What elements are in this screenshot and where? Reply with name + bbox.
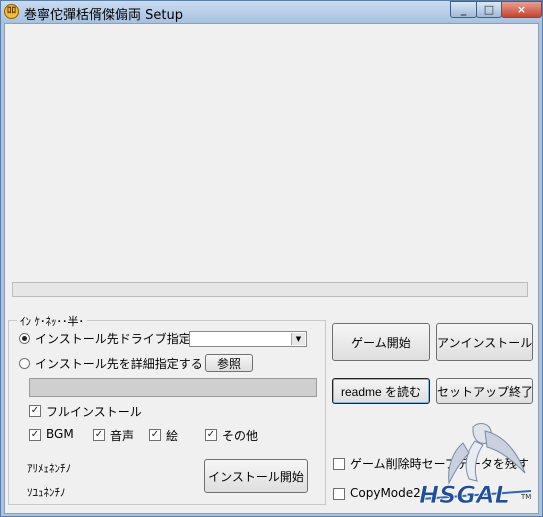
mascot-hair: [484, 430, 526, 474]
other-label[interactable]: その他: [222, 427, 258, 444]
minimize-button[interactable]: _: [450, 1, 477, 18]
readme-button[interactable]: readme を読む: [332, 378, 430, 404]
setup-window: ﾛﾛ 巻寧佗彈栝偦傑傓両 Setup _ □ × ｲﾝ ｹ･ﾈｯ･･半･ インス…: [0, 0, 543, 517]
graphics-label[interactable]: 絵: [166, 427, 178, 444]
bgm-label[interactable]: BGM: [46, 427, 74, 441]
window-title: 巻寧佗彈栝偦傑傓両 Setup: [24, 8, 183, 23]
free-space-label: ｿﾕｭﾈﾝﾁﾉ: [27, 486, 66, 499]
mascot-body: [465, 440, 484, 482]
install-progress-bar: [12, 282, 528, 297]
hsgal-logo: HSGAL TM: [419, 423, 531, 509]
full-install-label[interactable]: フルインストール: [46, 403, 142, 420]
copymode2-checkbox[interactable]: [333, 488, 345, 500]
install-start-button[interactable]: インストール開始: [204, 459, 308, 493]
voice-label[interactable]: 音声: [110, 427, 134, 444]
drive-select[interactable]: ▼: [189, 331, 307, 347]
setup-exit-button[interactable]: セットアップ終了: [436, 378, 533, 404]
title-bar[interactable]: ﾛﾛ 巻寧佗彈栝偦傑傓両 Setup _ □ ×: [1, 1, 542, 23]
close-button[interactable]: ×: [501, 1, 542, 18]
radio-detail-specify[interactable]: [19, 358, 30, 369]
maximize-button[interactable]: □: [476, 1, 502, 18]
game-start-button[interactable]: ゲーム開始: [332, 323, 430, 361]
uninstall-button[interactable]: アンインストール: [436, 323, 533, 361]
radio-drive-specify-label[interactable]: インストール先ドライブ指定: [35, 330, 191, 347]
logo-text: HSGAL: [419, 481, 510, 509]
radio-detail-specify-label[interactable]: インストール先を詳細指定する: [35, 355, 203, 372]
chevron-down-icon[interactable]: ▼: [291, 333, 305, 345]
voice-checkbox[interactable]: ✓: [93, 429, 105, 441]
copymode2-label[interactable]: CopyMode2: [350, 486, 421, 500]
install-path-field[interactable]: [29, 378, 317, 397]
required-space-label: ｱﾘﾒｪﾈﾝﾁﾉ: [27, 462, 71, 475]
keep-save-data-checkbox[interactable]: [333, 458, 345, 470]
bgm-checkbox[interactable]: ✓: [29, 429, 41, 441]
radio-drive-specify[interactable]: [19, 333, 30, 344]
other-checkbox[interactable]: ✓: [205, 429, 217, 441]
browse-button[interactable]: 参照: [205, 354, 253, 372]
full-install-checkbox[interactable]: ✓: [29, 405, 41, 417]
logo-tm-mark: TM: [520, 493, 531, 501]
app-icon[interactable]: ﾛﾛ: [4, 4, 19, 19]
install-options-group-title: ｲﾝ ｹ･ﾈｯ･･半･: [17, 313, 87, 329]
graphics-checkbox[interactable]: ✓: [149, 429, 161, 441]
